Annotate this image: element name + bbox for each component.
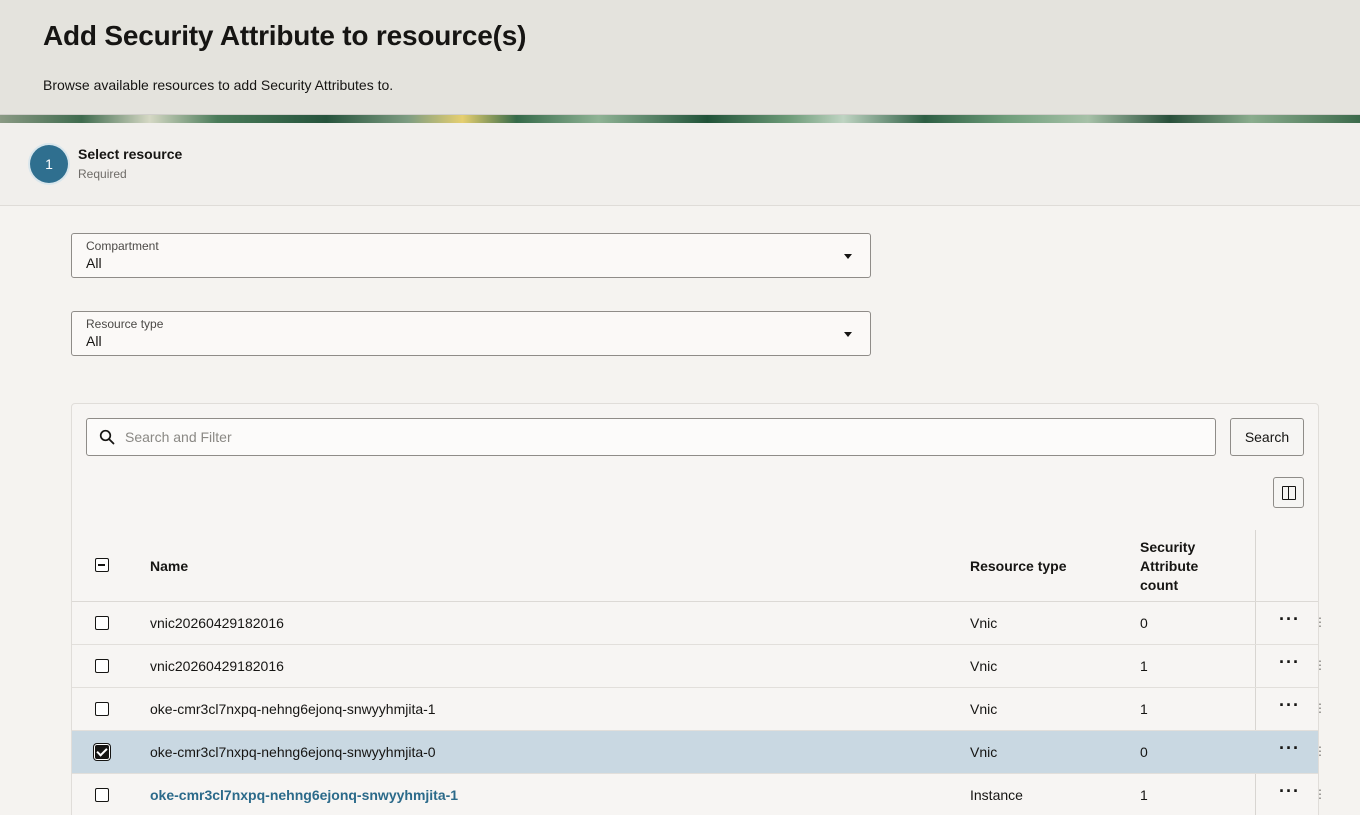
resource-name: vnic20260429182016 [150, 658, 284, 674]
resource-type-select[interactable]: Resource type All [71, 311, 871, 356]
resource-name-link[interactable]: oke-cmr3cl7nxpq-nehng6ejonq-snwyyhmjita-… [150, 787, 458, 803]
more-actions-icon[interactable]: ··· [1279, 695, 1300, 716]
columns-icon [1281, 485, 1296, 500]
column-header-security-attribute-count[interactable]: Security Attribute count [1140, 538, 1230, 595]
resize-handle-icon[interactable]: ⋮ [1314, 615, 1326, 629]
step-bar [0, 123, 1360, 206]
resource-type: Vnic [970, 615, 998, 631]
resize-handle-icon[interactable]: ⋮ [1314, 744, 1326, 758]
table-row[interactable]: oke-cmr3cl7nxpq-nehng6ejonq-snwyyhmjita-… [72, 774, 1326, 815]
resource-name: oke-cmr3cl7nxpq-nehng6ejonq-snwyyhmjita-… [150, 744, 436, 760]
more-actions-icon[interactable]: ··· [1279, 652, 1300, 673]
step-title[interactable]: Select resource [78, 146, 182, 162]
page-title: Add Security Attribute to resource(s) [43, 20, 527, 51]
resource-type: Vnic [970, 701, 998, 717]
page-subtitle: Browse available resources to add Securi… [43, 77, 394, 93]
table-row-selected[interactable]: oke-cmr3cl7nxpq-nehng6ejonq-snwyyhmjita-… [72, 731, 1326, 774]
search-input[interactable] [125, 421, 1205, 453]
count-header-line: Attribute [1140, 558, 1199, 574]
chevron-down-icon [844, 254, 852, 259]
resource-table: Name Resource type Security Attribute co… [72, 530, 1326, 815]
row-checkbox[interactable] [95, 616, 109, 630]
row-checkbox[interactable] [95, 745, 109, 759]
page-header: Add Security Attribute to resource(s) Br… [0, 0, 1360, 115]
manage-columns-button[interactable] [1273, 477, 1304, 508]
search-field[interactable] [86, 418, 1216, 456]
compartment-label: Compartment [86, 239, 159, 253]
select-all-checkbox[interactable] [95, 558, 109, 572]
table-row[interactable]: oke-cmr3cl7nxpq-nehng6ejonq-snwyyhmjita-… [72, 688, 1326, 731]
table-header: Name Resource type Security Attribute co… [72, 530, 1318, 602]
resource-type: Vnic [970, 658, 998, 674]
compartment-select[interactable]: Compartment All [71, 233, 871, 278]
resize-handle-icon[interactable]: ⋮ [1314, 658, 1326, 672]
attribute-count: 1 [1140, 701, 1148, 717]
table-row[interactable]: vnic20260429182016 Vnic 1 ··· ⋮ [72, 645, 1326, 688]
resize-handle-icon[interactable]: ⋮ [1314, 701, 1326, 715]
attribute-count: 1 [1140, 787, 1148, 803]
count-header-line: count [1140, 577, 1179, 593]
search-button[interactable]: Search [1230, 418, 1304, 456]
resize-handle-icon[interactable]: ⋮ [1314, 787, 1326, 801]
count-header-line: Security [1140, 539, 1196, 555]
more-actions-icon[interactable]: ··· [1279, 609, 1300, 630]
resource-name: oke-cmr3cl7nxpq-nehng6ejonq-snwyyhmjita-… [150, 701, 436, 717]
resource-name: vnic20260429182016 [150, 615, 284, 631]
attribute-count: 0 [1140, 615, 1148, 631]
resource-type: Vnic [970, 744, 998, 760]
resource-type-value: All [86, 333, 102, 349]
column-header-name[interactable]: Name [150, 558, 188, 574]
row-checkbox[interactable] [95, 702, 109, 716]
step-status: Required [78, 167, 127, 181]
search-icon [99, 429, 115, 445]
resource-type-label: Resource type [86, 317, 164, 331]
chevron-down-icon [844, 332, 852, 337]
attribute-count: 0 [1140, 744, 1148, 760]
row-checkbox[interactable] [95, 788, 109, 802]
more-actions-icon[interactable]: ··· [1279, 738, 1300, 759]
attribute-count: 1 [1140, 658, 1148, 674]
row-checkbox[interactable] [95, 659, 109, 673]
resource-type: Instance [970, 787, 1023, 803]
table-row[interactable]: vnic20260429182016 Vnic 0 ··· ⋮ [72, 602, 1326, 645]
decorative-banner [0, 115, 1360, 123]
more-actions-icon[interactable]: ··· [1279, 781, 1300, 802]
column-header-resource-type[interactable]: Resource type [970, 558, 1066, 574]
compartment-value: All [86, 255, 102, 271]
step-number-badge[interactable]: 1 [30, 145, 68, 183]
